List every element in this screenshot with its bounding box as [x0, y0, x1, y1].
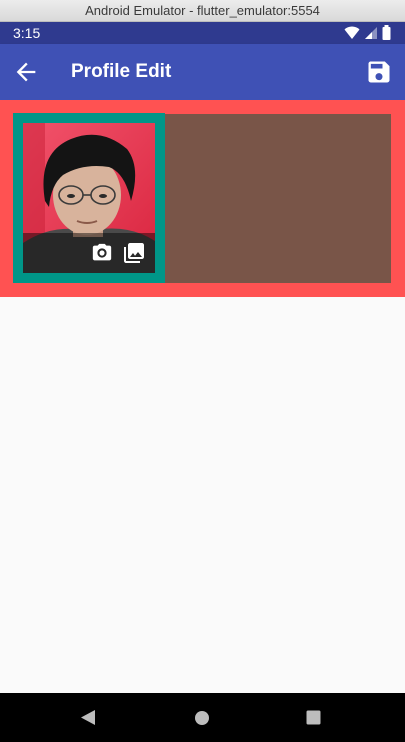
- nav-recents-icon[interactable]: [306, 710, 321, 725]
- status-time: 3:15: [13, 25, 41, 41]
- nav-home-icon[interactable]: [194, 710, 210, 726]
- system-nav-bar: [0, 693, 405, 742]
- emulator-window-title: Android Emulator - flutter_emulator:5554: [0, 0, 405, 22]
- back-button[interactable]: [12, 58, 40, 86]
- avatar-frame: [13, 113, 165, 283]
- photo-library-icon: [124, 243, 144, 263]
- save-icon: [368, 61, 390, 83]
- battery-icon: [382, 25, 391, 40]
- profile-info-area: [165, 114, 391, 283]
- wifi-icon: [344, 26, 360, 39]
- status-icons: [344, 25, 391, 40]
- profile-header-panel: [0, 100, 405, 297]
- page-content: [0, 100, 405, 693]
- nav-back-icon[interactable]: [80, 709, 96, 726]
- camera-icon: [92, 243, 112, 261]
- signal-icon: [365, 26, 377, 39]
- app-bar: Profile Edit: [0, 44, 405, 100]
- avatar[interactable]: [23, 123, 155, 273]
- pick-from-gallery-button[interactable]: [122, 241, 146, 265]
- photo-action-bar: [23, 233, 155, 273]
- save-button[interactable]: [365, 58, 393, 86]
- take-photo-button[interactable]: [91, 242, 113, 264]
- page-title: Profile Edit: [71, 61, 172, 82]
- status-bar: 3:15: [0, 22, 405, 44]
- arrow-back-icon: [16, 62, 36, 82]
